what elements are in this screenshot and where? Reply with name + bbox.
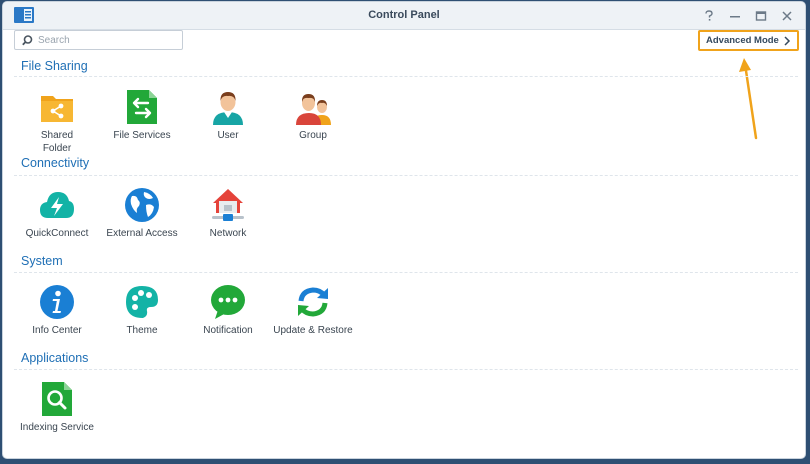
section-title-file-sharing: File Sharing (21, 59, 88, 73)
help-button[interactable] (699, 6, 719, 26)
section-divider (14, 272, 798, 273)
search-box[interactable] (14, 30, 183, 50)
section-divider (14, 369, 798, 370)
file-services-icon (127, 90, 157, 124)
theme-icon (126, 286, 158, 318)
advanced-mode-label: Advanced Mode (706, 35, 779, 46)
notification-label: Notification (203, 325, 253, 336)
external-access-label: External Access (106, 228, 178, 239)
indexing-service-label: Indexing Service (20, 422, 94, 433)
update-restore-label: Update & Restore (273, 325, 353, 336)
network-icon (212, 189, 244, 221)
info-center-icon (40, 285, 74, 319)
control-panel-window: Control Panel Advanced Mode File Sharin (3, 2, 805, 458)
section-title-system: System (21, 254, 63, 268)
external-access-item[interactable]: External Access (99, 187, 185, 240)
notification-icon (211, 285, 245, 319)
indexing-service-item[interactable]: Indexing Service (14, 381, 100, 434)
theme-item[interactable]: Theme (99, 284, 185, 337)
title-bar[interactable]: Control Panel (3, 2, 805, 30)
external-access-icon (125, 188, 159, 222)
shared-folder-label: Shared Folder (40, 130, 74, 154)
indexing-service-icon (42, 382, 72, 416)
section-title-applications: Applications (21, 351, 89, 365)
chevron-right-icon (784, 36, 791, 46)
group-label: Group (299, 130, 327, 141)
window-title: Control Panel (368, 9, 440, 21)
update-restore-item[interactable]: Update & Restore (270, 284, 356, 337)
network-label: Network (209, 228, 247, 239)
advanced-mode-button[interactable]: Advanced Mode (698, 30, 799, 51)
shared-folder-item[interactable]: Shared Folder (14, 89, 100, 155)
theme-label: Theme (126, 325, 158, 336)
quickconnect-icon (40, 192, 74, 218)
group-item[interactable]: Group (270, 89, 356, 142)
annotation-arrow (739, 58, 758, 140)
section-divider (14, 175, 798, 176)
help-icon (705, 10, 713, 21)
section-title-connectivity: Connectivity (21, 156, 90, 170)
group-icon (296, 94, 331, 125)
user-icon (213, 92, 243, 125)
info-center-item[interactable]: Info Center (14, 284, 100, 337)
info-center-label: Info Center (32, 325, 82, 336)
user-item[interactable]: User (185, 89, 271, 142)
minimize-icon (730, 16, 740, 18)
quickconnect-item[interactable]: QuickConnect (14, 187, 100, 240)
user-label: User (217, 130, 239, 141)
file-services-item[interactable]: File Services (99, 89, 185, 142)
close-icon (782, 11, 792, 21)
minimize-button[interactable] (725, 6, 745, 26)
network-item[interactable]: Network (185, 187, 271, 240)
update-restore-icon (298, 287, 328, 317)
search-icon (22, 35, 33, 46)
maximize-icon (755, 11, 767, 21)
notification-item[interactable]: Notification (185, 284, 271, 337)
maximize-button[interactable] (751, 6, 771, 26)
file-services-label: File Services (113, 130, 171, 141)
close-button[interactable] (777, 6, 797, 26)
quickconnect-label: QuickConnect (25, 228, 89, 239)
section-divider (14, 76, 798, 77)
shared-folder-icon (41, 96, 73, 122)
search-input[interactable] (38, 33, 178, 47)
